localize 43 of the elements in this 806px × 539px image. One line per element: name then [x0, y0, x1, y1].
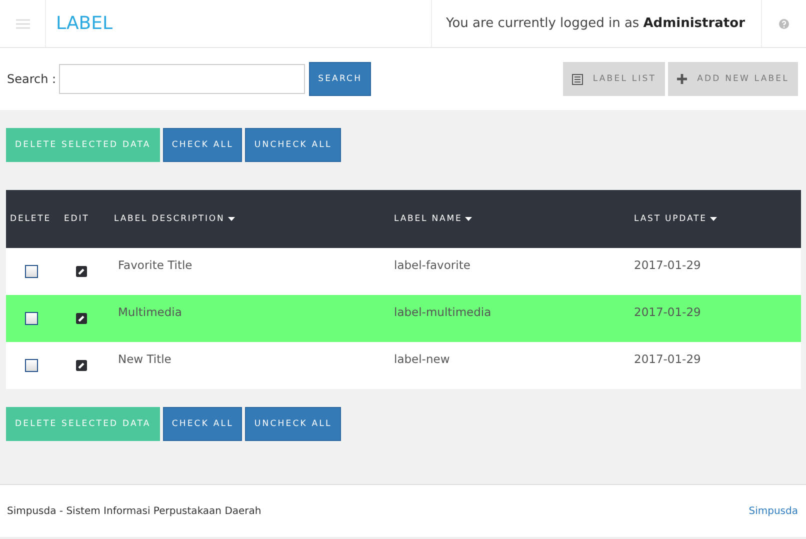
- list-icon: [572, 74, 583, 84]
- checkbox[interactable]: [25, 359, 38, 372]
- column-header: DELETE: [10, 214, 51, 224]
- caret-icon: [710, 216, 717, 221]
- table-cell: 2017-01-29: [634, 352, 701, 366]
- plus-icon: [677, 74, 688, 84]
- table-row[interactable]: Favorite Title label-favorite 2017-01-29: [6, 248, 801, 295]
- label-list-button[interactable]: LABEL LIST: [562, 62, 666, 96]
- table-cell: 2017-01-29: [634, 304, 701, 318]
- check-all-button[interactable]: CHECK ALL: [162, 407, 242, 441]
- table-cell: label-new: [394, 352, 450, 366]
- table-cell: Favorite Title: [118, 258, 192, 272]
- footer-link[interactable]: Simpusda: [748, 506, 798, 516]
- table-cell: New Title: [118, 352, 172, 366]
- login-text: You are currently logged in as: [446, 16, 640, 31]
- check-all-button[interactable]: CHECK ALL: [162, 128, 242, 162]
- caret-icon: [228, 216, 235, 221]
- table-row[interactable]: New Title label-new 2017-01-29: [6, 342, 801, 389]
- column-header: EDIT: [64, 214, 90, 224]
- uncheck-all-button[interactable]: UNCHECK ALL: [245, 407, 341, 441]
- table-cell: Multimedia: [118, 304, 182, 318]
- help-icon: [779, 18, 789, 28]
- column-header[interactable]: LABEL DESCRIPTION: [114, 214, 235, 224]
- column-header[interactable]: LAST UPDATE: [634, 214, 717, 224]
- page-title: LABEL: [55, 12, 114, 36]
- footer-text: Simpusda - Sistem Informasi Perpustakaan Daerah: [7, 506, 262, 516]
- column-header[interactable]: LABEL NAME: [394, 214, 472, 224]
- user-name: Administrator: [643, 16, 745, 31]
- checkbox[interactable]: [25, 265, 38, 278]
- checkbox[interactable]: [25, 312, 38, 325]
- menu-icon: [16, 18, 30, 28]
- table-cell: 2017-01-29: [634, 258, 701, 272]
- pencil-icon[interactable]: [76, 313, 87, 324]
- add-label-button[interactable]: ADD NEW LABEL: [668, 62, 798, 96]
- table-cell: label-favorite: [394, 258, 470, 272]
- search-label: Search :: [7, 72, 56, 86]
- pencil-icon[interactable]: [76, 360, 87, 371]
- uncheck-all-button[interactable]: UNCHECK ALL: [245, 128, 341, 162]
- search-button[interactable]: SEARCH: [309, 62, 372, 96]
- table-cell: label-multimedia: [394, 304, 492, 318]
- caret-icon: [465, 216, 472, 221]
- search-field[interactable]: [59, 64, 306, 94]
- pencil-icon[interactable]: [76, 266, 87, 277]
